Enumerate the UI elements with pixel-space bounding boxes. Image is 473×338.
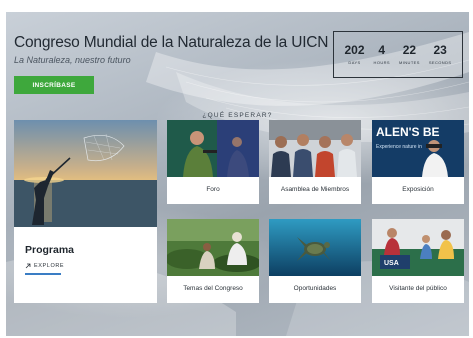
hero-banner: Congreso Mundial de la Naturaleza de la … [6, 12, 469, 336]
countdown-value: 4 [378, 43, 386, 57]
asamblea-label: Asamblea de Miembros [280, 186, 350, 193]
visitante-label: Visitante del público [389, 285, 447, 292]
countdown-unit: MINUTES [399, 60, 420, 65]
programa-card[interactable]: Programa EXPLORE [14, 120, 157, 303]
section-heading: ¿QUÉ ESPERAR? [202, 112, 273, 119]
asamblea-card[interactable]: Asamblea de Miembros [269, 120, 361, 204]
sea-turtle-photo [269, 219, 361, 276]
countdown-value: 23 [433, 43, 447, 57]
temas-card[interactable]: Temas del Congreso [167, 219, 259, 303]
temas-label: Temas del Congreso [183, 285, 243, 292]
oportunidades-card[interactable]: Oportunidades [269, 219, 361, 303]
programa-title: Programa [25, 244, 75, 256]
exposicion-label: Exposición [402, 186, 434, 193]
assembly-audience-photo [269, 120, 361, 177]
exposicion-card[interactable]: ALEN'S BE Experience nature in Exposició… [372, 120, 464, 204]
countdown-value: 202 [344, 43, 365, 57]
countdown-unit: SECONDS [428, 60, 452, 65]
exposicion-banner-text: ALEN'S BE [376, 125, 440, 139]
page: Congreso Mundial de la Naturaleza de la … [0, 0, 473, 338]
foro-card[interactable]: Foro [167, 120, 259, 204]
explore-link[interactable]: EXPLORE [25, 263, 64, 269]
fisherman-sunset-photo [14, 120, 157, 227]
countdown-unit: HOURS [373, 60, 390, 65]
visitante-sign-text: USA [384, 260, 399, 267]
countdown-days: 202 DAYS [344, 43, 365, 66]
foro-speaker-photo [167, 120, 259, 177]
countdown-hours: 4 HOURS [373, 43, 390, 66]
visitante-card[interactable]: USA Visitante del público [372, 219, 464, 303]
explore-link-label: EXPLORE [34, 263, 65, 269]
countdown-minutes: 22 MINUTES [399, 43, 420, 66]
exhibition-booth-photo: ALEN'S BE Experience nature in [372, 120, 464, 177]
countdown-timer: 202 DAYS 4 HOURS 22 MINUTES 23 SECONDS [333, 31, 463, 78]
countdown-unit: DAYS [348, 60, 361, 65]
countdown-seconds: 23 SECONDS [428, 43, 452, 66]
foro-label: Foro [206, 186, 220, 193]
public-visitors-photo: USA [372, 219, 464, 276]
garden-people-photo [167, 219, 259, 276]
explore-underline [25, 273, 61, 275]
oportunidades-label: Oportunidades [293, 285, 337, 292]
exposicion-banner-subtext: Experience nature in [376, 144, 422, 150]
countdown-value: 22 [402, 43, 417, 57]
arrow-up-right-icon [25, 263, 31, 269]
register-button[interactable]: INSCRÍBASE [14, 76, 94, 94]
page-subtitle: La Naturaleza, nuestro futuro [14, 55, 131, 65]
page-title: Congreso Mundial de la Naturaleza de la … [14, 34, 329, 51]
